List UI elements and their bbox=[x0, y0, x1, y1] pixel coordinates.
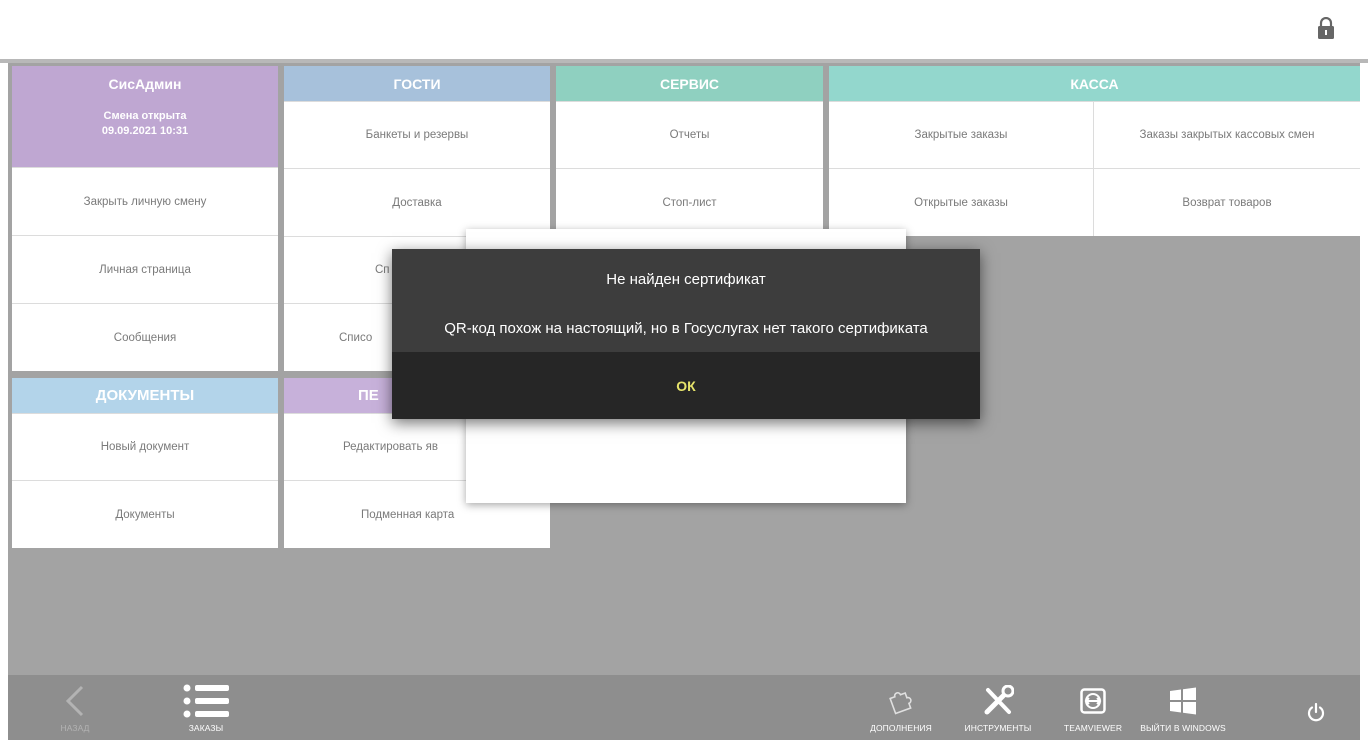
list-icon bbox=[183, 683, 229, 719]
bottom-bar: НАЗАД ЗАКАЗЫ ДОПОЛНЕНИЯ ИНСТРУМЕНТЫ TEAM… bbox=[8, 675, 1360, 740]
exit-windows-label: ВЫЙТИ В WINDOWS bbox=[1140, 723, 1226, 733]
addons-button[interactable]: ДОПОЛНЕНИЯ bbox=[866, 675, 936, 740]
puzzle-icon bbox=[887, 683, 915, 719]
closed-orders-button[interactable]: Закрытые заказы bbox=[829, 101, 1094, 168]
new-document-button[interactable]: Новый документ bbox=[12, 413, 278, 480]
personnel-title: ПЕ bbox=[358, 387, 379, 404]
top-bar bbox=[0, 0, 1368, 63]
addons-label: ДОПОЛНЕНИЯ bbox=[870, 723, 932, 733]
messages-button[interactable]: Сообщения bbox=[12, 303, 278, 371]
reports-button[interactable]: Отчеты bbox=[556, 101, 823, 168]
teamviewer-label: TEAMVIEWER bbox=[1063, 723, 1123, 733]
orders-label: ЗАКАЗЫ bbox=[188, 723, 224, 733]
delivery-button[interactable]: Доставка bbox=[284, 168, 550, 236]
dialog-message: QR-код похож на настоящий, но в Госуслуг… bbox=[444, 320, 928, 337]
sysadmin-panel: СисАдмин Смена открыта 09.09.2021 10:31 … bbox=[12, 66, 278, 371]
personal-page-button[interactable]: Личная страница bbox=[12, 235, 278, 303]
open-orders-button[interactable]: Открытые заказы bbox=[829, 168, 1094, 236]
service-header: СЕРВИС bbox=[556, 66, 823, 101]
back-label: НАЗАД bbox=[60, 723, 90, 733]
banquets-button[interactable]: Банкеты и резервы bbox=[284, 101, 550, 168]
sysadmin-title: СисАдмин bbox=[108, 76, 182, 92]
orders-button[interactable]: ЗАКАЗЫ bbox=[176, 675, 236, 740]
chevron-left-icon bbox=[64, 683, 86, 719]
shift-time: 09.09.2021 10:31 bbox=[101, 125, 189, 137]
closed-shift-orders-button[interactable]: Заказы закрытых кассовых смен bbox=[1094, 101, 1360, 168]
service-panel: СЕРВИС Отчеты Стоп-лист bbox=[556, 66, 823, 236]
certificate-error-dialog: Не найден сертификат QR-код похож на нас… bbox=[392, 249, 980, 419]
teamviewer-button[interactable]: TEAMVIEWER bbox=[1058, 675, 1128, 740]
dialog-title: Не найден сертификат bbox=[606, 271, 766, 288]
returns-button[interactable]: Возврат товаров bbox=[1094, 168, 1360, 236]
documents-button[interactable]: Документы bbox=[12, 480, 278, 548]
kassa-header: КАССА bbox=[829, 66, 1360, 101]
tools-button[interactable]: ИНСТРУМЕНТЫ bbox=[958, 675, 1038, 740]
documents-header: ДОКУМЕНТЫ bbox=[12, 378, 278, 413]
close-shift-button[interactable]: Закрыть личную смену bbox=[12, 167, 278, 235]
tools-icon bbox=[982, 683, 1014, 719]
lock-icon[interactable] bbox=[1317, 17, 1335, 39]
teamviewer-icon bbox=[1080, 683, 1106, 719]
ok-button[interactable]: ОК bbox=[392, 352, 980, 419]
windows-icon bbox=[1169, 683, 1197, 719]
dialog-footer: ОК bbox=[392, 352, 980, 419]
guests-header: ГОСТИ bbox=[284, 66, 550, 101]
exit-windows-button[interactable]: ВЫЙТИ В WINDOWS bbox=[1140, 675, 1226, 740]
back-button[interactable]: НАЗАД bbox=[50, 675, 100, 740]
power-button[interactable] bbox=[1296, 675, 1336, 740]
tools-label: ИНСТРУМЕНТЫ bbox=[964, 723, 1032, 733]
documents-panel: ДОКУМЕНТЫ Новый документ Документы bbox=[12, 378, 278, 548]
shift-status: Смена открыта bbox=[103, 110, 187, 122]
stop-list-button[interactable]: Стоп-лист bbox=[556, 168, 823, 236]
sysadmin-header: СисАдмин Смена открыта 09.09.2021 10:31 bbox=[12, 66, 278, 167]
kassa-panel: КАССА Закрытые заказы Заказы закрытых ка… bbox=[829, 66, 1360, 236]
power-icon bbox=[1306, 695, 1326, 731]
